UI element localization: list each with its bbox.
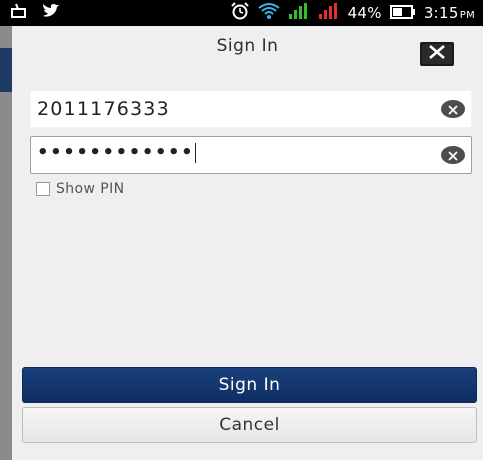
pin-field[interactable]: •••••••••••• [30, 136, 472, 174]
status-bar: 44% 3:15PM [0, 0, 483, 26]
clear-account-button[interactable] [441, 100, 465, 118]
background-accent [0, 48, 12, 92]
text-caret [195, 143, 197, 163]
wifi-icon [257, 2, 280, 24]
battery-percent: 44% [347, 4, 382, 22]
status-bar-right: 44% 3:15PM [230, 2, 475, 24]
signal-icon-2 [318, 2, 340, 24]
clear-icon [447, 100, 459, 119]
clock-suffix: PM [459, 10, 475, 21]
close-icon [427, 44, 447, 64]
account-number-field[interactable]: 2011176333 [30, 90, 472, 128]
notification-icon [10, 3, 28, 23]
sign-in-button[interactable]: Sign In [22, 367, 477, 403]
pin-value: •••••••••••• [37, 142, 197, 163]
show-pin-label: Show PIN [56, 181, 125, 197]
dialog-title: Sign In [216, 36, 279, 56]
clear-icon [447, 146, 459, 165]
battery-icon [389, 4, 416, 23]
show-pin-checkbox[interactable] [36, 182, 50, 196]
sign-in-dialog: Sign In 2011176333 •••••••••••• Show PIN… [12, 26, 483, 460]
signal-icon [288, 2, 310, 24]
status-bar-left [10, 3, 60, 23]
pin-masked-text: •••••••••••• [37, 142, 195, 163]
twitter-icon [42, 3, 60, 23]
cancel-button[interactable]: Cancel [22, 407, 477, 443]
background-screen [0, 26, 12, 460]
close-button[interactable] [420, 42, 454, 66]
show-pin-option[interactable]: Show PIN [36, 181, 124, 197]
clear-pin-button[interactable] [441, 146, 465, 164]
alarm-icon [230, 2, 250, 24]
clock-time: 3:15 [423, 4, 459, 22]
clock: 3:15PM [424, 4, 475, 22]
account-number-value: 2011176333 [37, 98, 170, 120]
